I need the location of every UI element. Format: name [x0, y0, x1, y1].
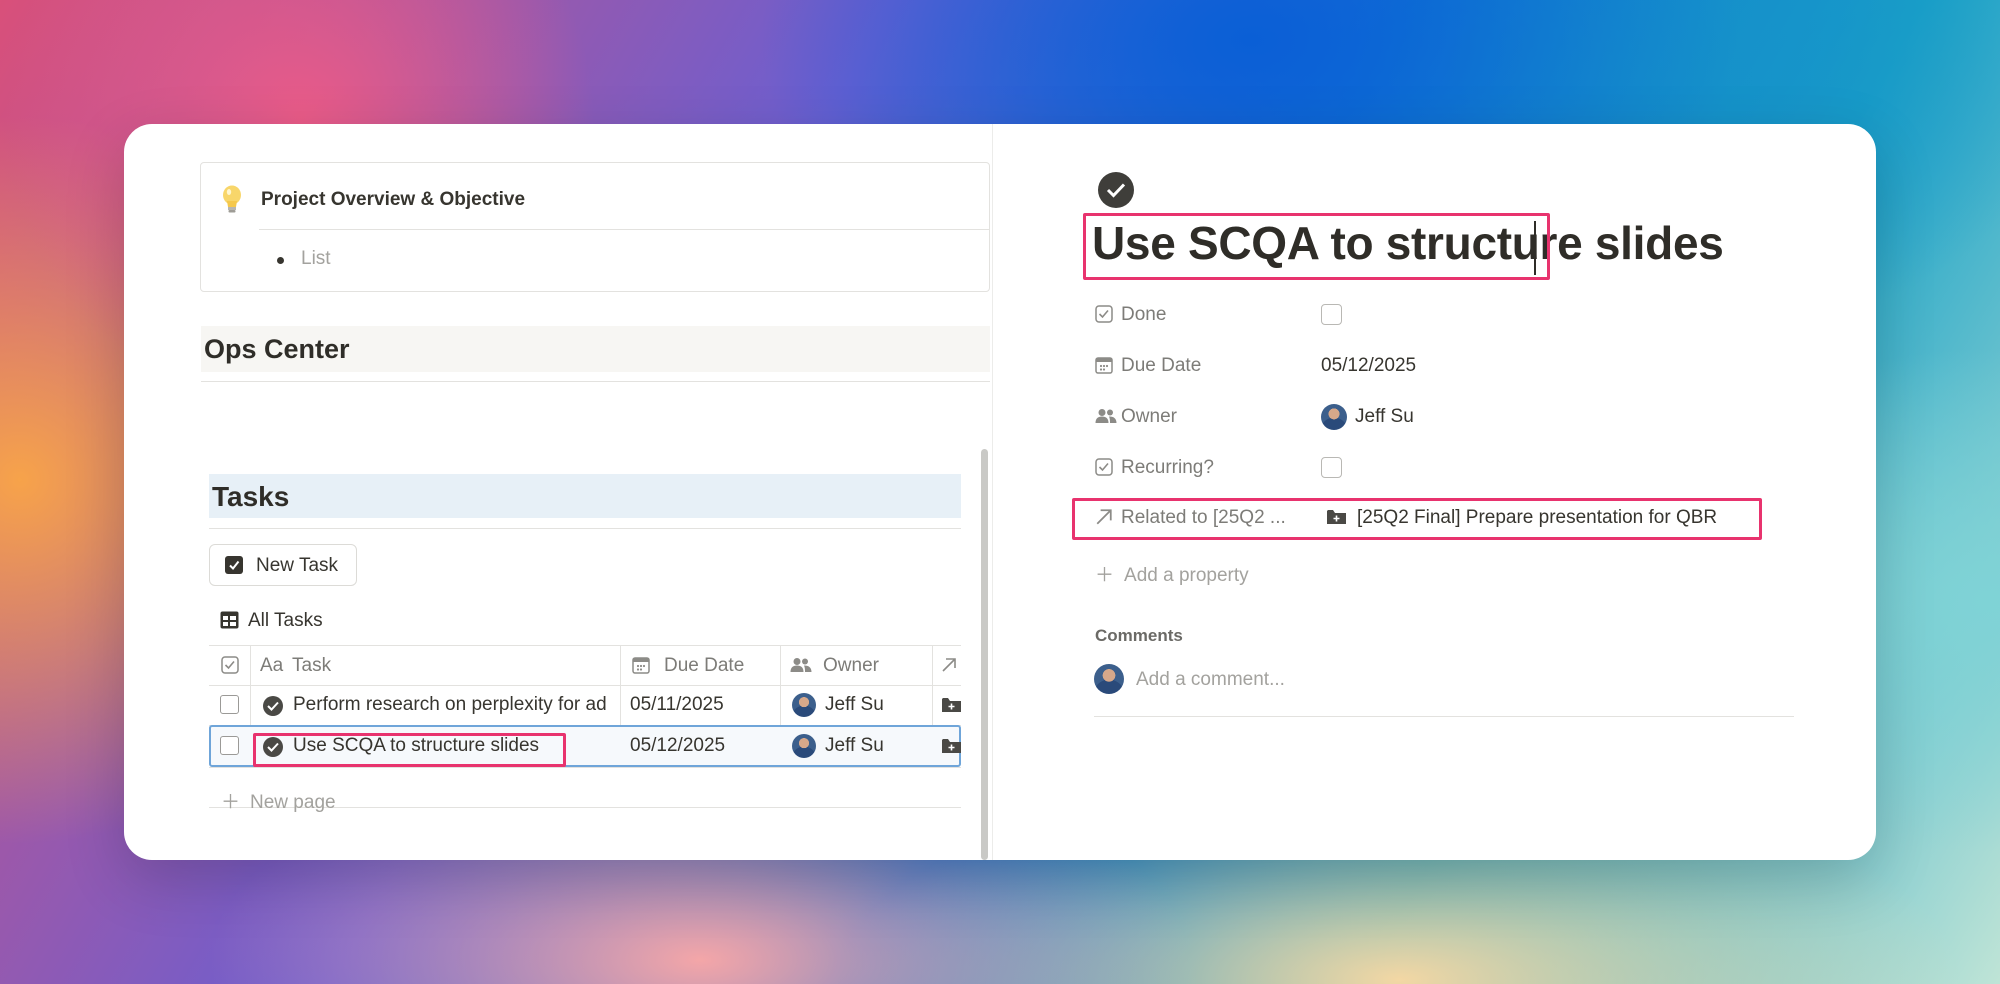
calendar-icon — [1095, 357, 1113, 374]
column-header-done[interactable] — [209, 645, 250, 685]
arrow-up-right-icon — [942, 658, 956, 672]
due-date-cell[interactable]: 05/11/2025 — [630, 694, 724, 716]
avatar — [1094, 664, 1124, 694]
property-label: Owner — [1121, 406, 1177, 427]
divider — [209, 767, 961, 768]
lightbulb-icon — [223, 185, 241, 213]
column-label: Owner — [823, 655, 879, 676]
property-label: Due Date — [1121, 355, 1202, 376]
ops-center-heading-block: Ops Center — [201, 326, 990, 372]
database-page: Project Overview & Objective List Ops Ce… — [124, 124, 992, 860]
due-date-cell[interactable]: 05/12/2025 — [630, 735, 725, 757]
tasks-heading: Tasks — [212, 481, 290, 512]
checkbox-icon — [1095, 458, 1113, 476]
column-label: Due Date — [664, 655, 745, 676]
people-icon — [790, 658, 812, 672]
avatar — [792, 693, 816, 717]
checkbox-icon — [225, 556, 243, 574]
property-label: Done — [1121, 304, 1167, 325]
property-done[interactable]: Done — [1095, 299, 1795, 331]
avatar — [792, 734, 816, 758]
text-property-icon: Aa — [260, 655, 284, 676]
folder-icon — [942, 739, 961, 753]
column-header-task[interactable]: Aa Task — [250, 645, 620, 685]
plus-icon: ＋ — [221, 792, 241, 813]
row-checkbox[interactable] — [220, 695, 239, 714]
new-page-label: New page — [250, 792, 336, 813]
comment-input[interactable]: Add a comment... — [1136, 669, 1285, 691]
plus-icon: ＋ — [1095, 565, 1115, 586]
check-circle-icon[interactable] — [1098, 172, 1134, 208]
owner-cell[interactable]: Jeff Su — [825, 735, 884, 757]
tasks-heading-block: Tasks — [209, 474, 961, 518]
row-checkbox[interactable] — [220, 736, 239, 755]
divider — [209, 528, 961, 529]
comments-heading: Comments — [1095, 626, 1183, 645]
highlight-box — [1072, 498, 1762, 540]
column-header-relation[interactable] — [932, 645, 961, 685]
property-owner[interactable]: Owner Jeff Su — [1095, 401, 1795, 433]
due-date-value[interactable]: 05/12/2025 — [1321, 355, 1416, 377]
callout-title: Project Overview & Objective — [261, 189, 526, 210]
task-detail-panel: Use SCQA to structure slides Done Due Da… — [993, 124, 1876, 860]
new-page-button[interactable]: ＋ New page — [221, 787, 336, 814]
owner-cell[interactable]: Jeff Su — [825, 694, 884, 716]
checkbox-icon — [221, 656, 239, 674]
highlight-box — [1083, 213, 1550, 280]
owner-value[interactable]: Jeff Su — [1355, 406, 1414, 428]
folder-icon — [942, 698, 961, 712]
highlight-box — [253, 733, 566, 767]
divider — [201, 381, 990, 382]
recurring-checkbox[interactable] — [1321, 457, 1342, 478]
ops-center-heading: Ops Center — [204, 334, 350, 364]
bullet-icon — [277, 257, 284, 264]
new-task-button[interactable]: New Task — [209, 544, 357, 586]
task-check-icon — [263, 696, 283, 716]
property-due-date[interactable]: Due Date 05/12/2025 — [1095, 350, 1795, 382]
table-row[interactable]: Perform research on perplexity for ad 05… — [209, 685, 961, 725]
add-property-label: Add a property — [1124, 565, 1249, 586]
add-property-button[interactable]: ＋ Add a property — [1095, 560, 1249, 587]
table-view-icon — [220, 611, 239, 629]
checkbox-icon — [1095, 305, 1113, 323]
scrollbar[interactable] — [981, 449, 988, 860]
property-label: Recurring? — [1121, 457, 1214, 478]
column-header-due-date[interactable]: Due Date — [620, 645, 780, 685]
bullet-placeholder[interactable]: List — [301, 248, 331, 270]
view-label: All Tasks — [248, 610, 323, 631]
property-recurring[interactable]: Recurring? — [1095, 452, 1795, 484]
app-window: Project Overview & Objective List Ops Ce… — [124, 124, 1876, 860]
task-title[interactable]: Perform research on perplexity for ad — [293, 694, 616, 716]
new-task-label: New Task — [256, 555, 339, 576]
column-label: Task — [292, 655, 332, 676]
divider — [1094, 716, 1794, 717]
callout-block[interactable]: Project Overview & Objective List — [200, 162, 990, 292]
column-header-owner[interactable]: Owner — [780, 645, 932, 685]
avatar — [1321, 404, 1347, 430]
calendar-icon — [632, 657, 650, 674]
done-checkbox[interactable] — [1321, 304, 1342, 325]
people-icon — [1095, 409, 1117, 423]
divider — [259, 229, 989, 230]
